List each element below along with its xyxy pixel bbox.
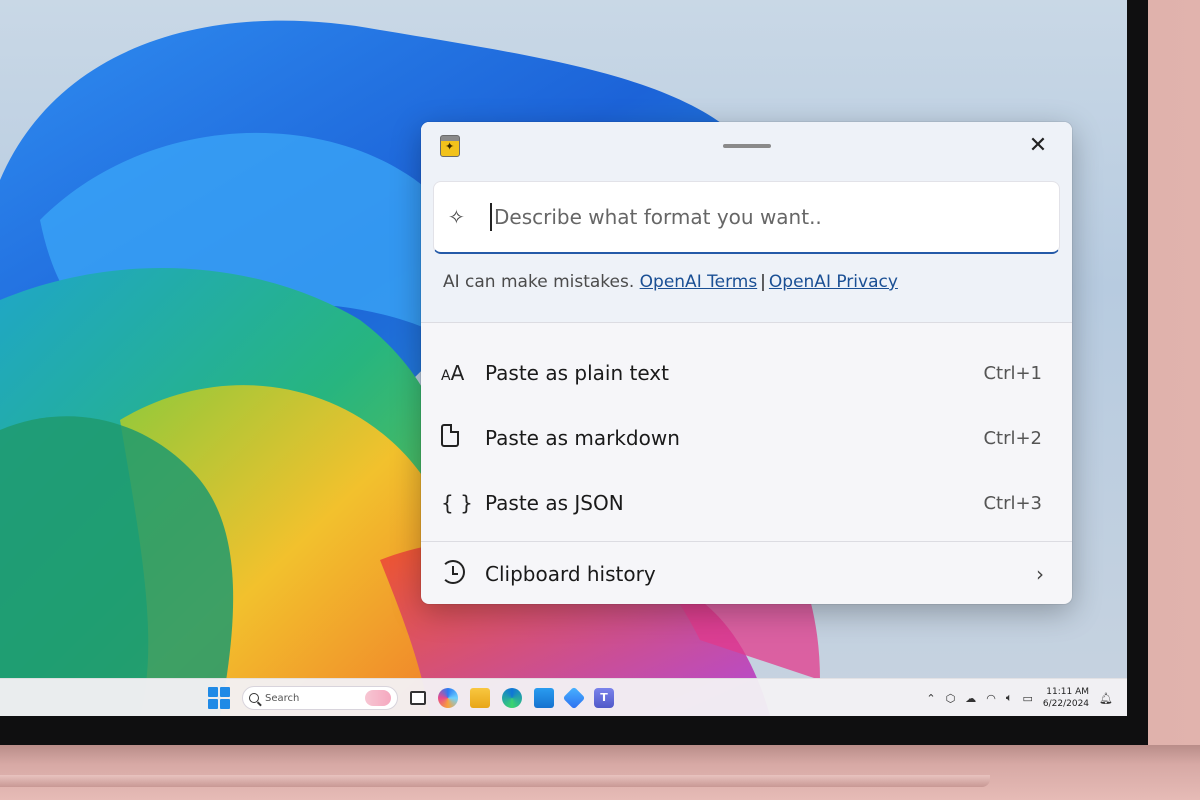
clock-date: 6/22/2024 xyxy=(1042,699,1090,709)
format-prompt-field[interactable]: ✧ xyxy=(433,181,1060,254)
task-view-icon[interactable] xyxy=(410,691,426,705)
taskbar-search[interactable]: Search xyxy=(242,686,398,710)
braces-icon: { } xyxy=(441,491,473,515)
copilot-icon[interactable] xyxy=(438,688,458,708)
notification-bell-icon[interactable]: 🔔︎ xyxy=(1099,692,1113,705)
laptop-notch xyxy=(0,775,990,787)
sparkle-icon: ✧ xyxy=(448,205,465,229)
taskbar: Search T ⌃ ⬡ ☁ ◠ 🔈︎ ▭ 11:11 AM 6/22/2024… xyxy=(0,678,1127,716)
microsoft-store-icon[interactable] xyxy=(534,688,554,708)
document-icon xyxy=(441,424,459,447)
taskbar-search-placeholder: Search xyxy=(265,692,300,704)
phone-link-icon[interactable] xyxy=(562,686,586,710)
option-label: Paste as plain text xyxy=(485,361,669,385)
option-label: Paste as JSON xyxy=(485,491,624,515)
history-icon-wrap xyxy=(421,559,485,589)
option-label: Paste as markdown xyxy=(485,426,680,450)
option-shortcut: Ctrl+2 xyxy=(983,427,1042,449)
drag-handle[interactable] xyxy=(723,144,771,148)
disclaimer-text: AI can make mistakes. xyxy=(443,272,635,292)
chevron-right-icon: › xyxy=(1036,562,1044,586)
font-size-icon: AA xyxy=(441,361,465,385)
link-separator: | xyxy=(760,272,766,292)
battery-icon[interactable]: ▭ xyxy=(1022,692,1032,705)
openai-terms-link[interactable]: OpenAI Terms xyxy=(640,272,758,292)
system-tray: ⌃ ⬡ ☁ ◠ 🔈︎ ▭ 11:11 AM 6/22/2024 🔔︎ xyxy=(926,683,1113,713)
start-button[interactable] xyxy=(208,687,230,709)
paste-markdown-option[interactable]: Paste as markdown Ctrl+2 xyxy=(421,408,1072,468)
close-button[interactable]: ✕ xyxy=(1021,130,1055,160)
paste-json-option[interactable]: { } Paste as JSON Ctrl+3 xyxy=(421,473,1072,533)
laptop-hinge xyxy=(0,745,1200,800)
clipboard-history-label: Clipboard history xyxy=(485,562,656,586)
search-highlight-icon xyxy=(365,690,391,706)
ai-disclaimer: AI can make mistakes. OpenAI Terms | OpenA… xyxy=(443,272,898,292)
wifi-icon[interactable]: ◠ xyxy=(986,692,996,705)
chevron-up-icon[interactable]: ⌃ xyxy=(926,692,935,705)
clock[interactable]: 11:11 AM 6/22/2024 xyxy=(1043,686,1089,710)
option-shortcut: Ctrl+3 xyxy=(983,492,1042,514)
defender-icon[interactable]: ⬡ xyxy=(946,692,956,705)
windows-logo-icon xyxy=(208,687,218,697)
section-divider xyxy=(421,541,1072,542)
format-prompt-input[interactable] xyxy=(492,205,1032,229)
onedrive-icon[interactable]: ☁ xyxy=(965,692,976,705)
clipboard-history-option[interactable]: Clipboard history › xyxy=(421,544,1072,604)
edge-browser-icon[interactable] xyxy=(502,688,522,708)
advanced-paste-app-icon xyxy=(440,135,460,157)
close-icon: ✕ xyxy=(1028,132,1048,158)
taskbar-center: Search T xyxy=(208,685,614,711)
history-icon xyxy=(441,559,465,584)
clock-time: 11:11 AM xyxy=(1046,687,1090,697)
teams-icon[interactable]: T xyxy=(594,688,614,708)
paste-plain-text-option[interactable]: AA Paste as plain text Ctrl+1 xyxy=(421,343,1072,403)
document-icon-wrap xyxy=(421,424,485,452)
advanced-paste-window: ✕ ✧ AI can make mistakes. OpenAI Terms|O… xyxy=(421,122,1072,604)
openai-privacy-link[interactable]: OpenAI Privacy xyxy=(769,272,898,292)
option-shortcut: Ctrl+1 xyxy=(983,362,1042,384)
file-explorer-icon[interactable] xyxy=(470,688,490,708)
volume-icon[interactable]: 🔈︎ xyxy=(1006,691,1013,705)
section-divider xyxy=(421,322,1072,323)
search-icon xyxy=(249,693,259,703)
